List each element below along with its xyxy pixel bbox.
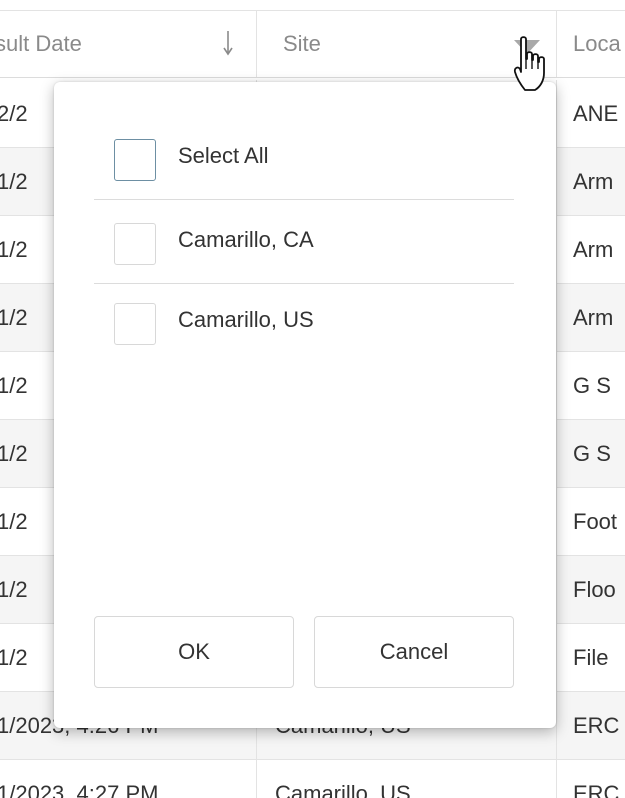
cell-location: G S	[556, 420, 625, 488]
ok-button[interactable]: OK	[94, 616, 294, 688]
cell-location: ERC	[556, 760, 625, 798]
camarillo-ca-checkbox[interactable]	[114, 222, 156, 265]
filter-option-select-all[interactable]: Select All	[94, 120, 514, 200]
cell-location: File	[556, 624, 625, 692]
cell-location: Arm	[556, 148, 625, 216]
cell-location: Foot	[556, 488, 625, 556]
column-header-result-date[interactable]: sult Date	[0, 11, 256, 77]
column-header-label: Loca	[573, 31, 621, 56]
site-filter-popup: Select All Camarillo, CA Camarillo, US O…	[54, 82, 556, 728]
column-header-label: sult Date	[0, 31, 82, 56]
hand-pointer-cursor-icon	[513, 36, 545, 91]
select-all-checkbox[interactable]	[114, 138, 156, 181]
sort-descending-icon[interactable]	[222, 29, 234, 57]
filter-option-label: Select All	[178, 142, 269, 168]
cancel-button[interactable]: Cancel	[314, 616, 514, 688]
cell-location: Arm	[556, 216, 625, 284]
filter-option-label: Camarillo, CA	[178, 226, 314, 252]
cell-date: 1/2023, 4:27 PM	[0, 781, 159, 798]
cell-location: ANE	[556, 80, 625, 148]
cell-location: Arm	[556, 284, 625, 352]
column-header-site[interactable]: Site	[256, 11, 556, 77]
column-header-location[interactable]: Loca	[556, 11, 625, 77]
data-grid: sult Date Site Loca 2/2 ANE 1/2 Arm 1/2 …	[0, 0, 625, 798]
camarillo-us-checkbox[interactable]	[114, 303, 156, 345]
filter-option-camarillo-ca[interactable]: Camarillo, CA	[94, 204, 514, 284]
cell-location: ERC	[556, 692, 625, 760]
cell-location: Floo	[556, 556, 625, 624]
table-row[interactable]: 1/2023, 4:27 PM Camarillo, US ERC	[0, 760, 625, 798]
cell-location: G S	[556, 352, 625, 420]
filter-option-label: Camarillo, US	[178, 307, 314, 332]
column-header-label: Site	[283, 31, 321, 56]
cell-site: Camarillo, US	[256, 760, 556, 798]
filter-option-camarillo-us[interactable]: Camarillo, US	[94, 284, 514, 364]
